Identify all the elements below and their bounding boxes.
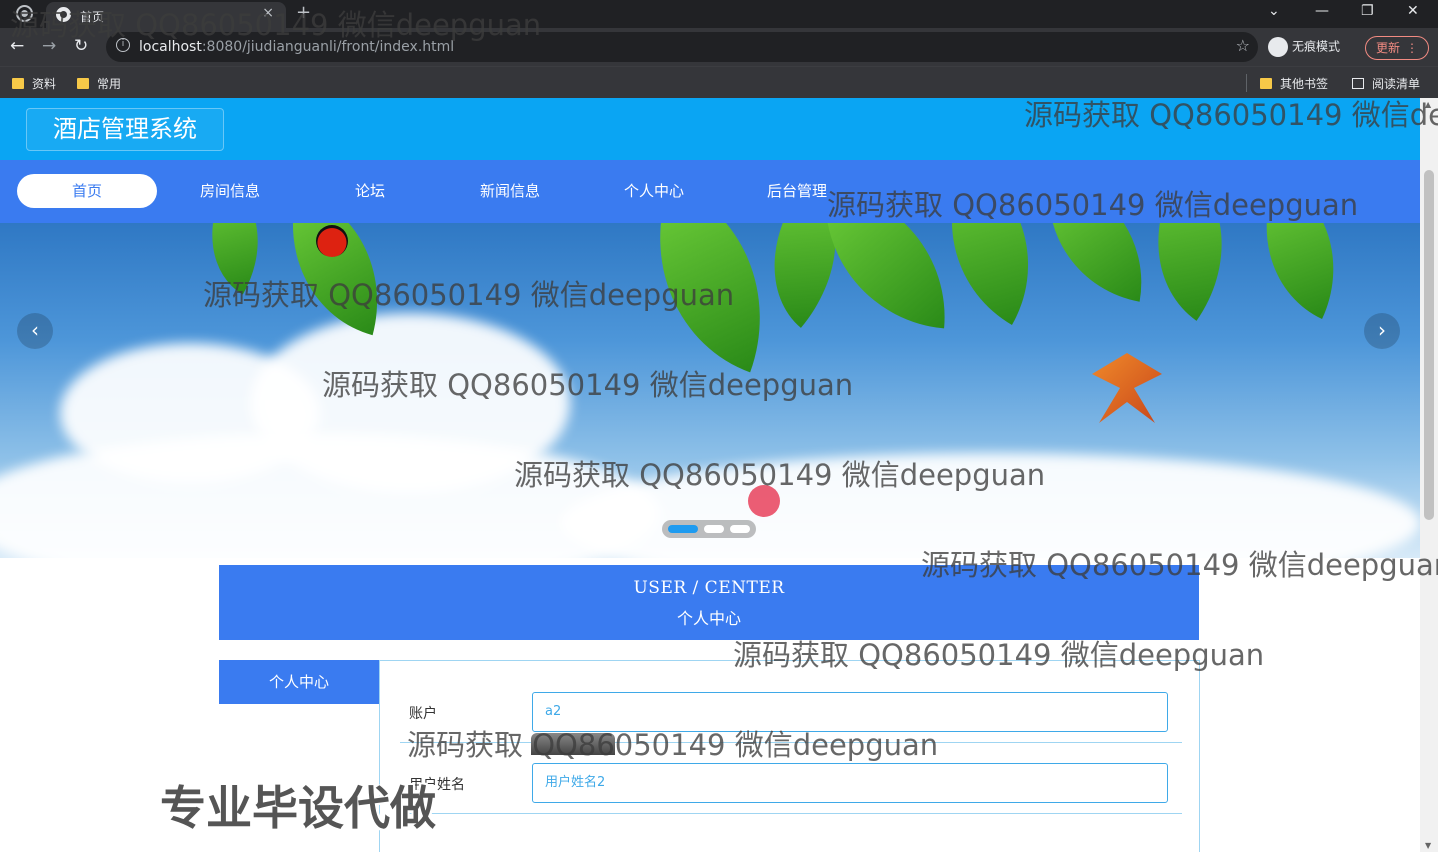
carousel-dot-active[interactable] [668, 525, 698, 533]
nav-item-admin[interactable]: 后台管理 [727, 174, 867, 208]
incognito-label: 无痕模式 [1292, 39, 1341, 54]
update-button[interactable]: 更新 ⋮ [1365, 36, 1429, 60]
nav-item-home[interactable]: 首页 [17, 174, 157, 208]
tab-home[interactable]: 首页 × [46, 2, 286, 28]
mouse-cursor-highlight [748, 485, 780, 517]
incognito-indicator[interactable]: 无痕模式 [1268, 37, 1340, 57]
scrollbar-thumb[interactable] [1424, 170, 1434, 520]
bookmarks-bar: 资料 常用 其他书签 阅读清单 [0, 66, 1438, 98]
tab-title: 首页 [80, 10, 105, 24]
url-host: localhost [139, 39, 202, 55]
incognito-icon [1268, 37, 1288, 57]
globe-icon [56, 7, 71, 22]
restore-button[interactable]: ❐ [1361, 3, 1374, 19]
bookmark-label: 常用 [97, 77, 122, 91]
leaf-decor [618, 223, 802, 373]
close-window-button[interactable]: ✕ [1407, 3, 1419, 19]
folder-icon [77, 78, 89, 89]
url-path: :8080/jiudianguanli/front/index.html [201, 39, 455, 55]
carousel-prev-icon[interactable]: ‹ [17, 313, 53, 349]
tab-close-icon[interactable]: × [262, 5, 274, 21]
other-bookmarks[interactable]: 其他书签 [1260, 75, 1328, 92]
form-divider [400, 742, 1182, 743]
carousel-dot[interactable] [704, 525, 724, 533]
profile-form-panel [379, 660, 1200, 852]
bookmark-separator [1246, 74, 1247, 92]
carousel-indicators [662, 520, 756, 538]
bookmark-folder-changyong[interactable]: 常用 [77, 75, 121, 92]
leaf-decor [814, 223, 956, 329]
reading-list-icon [1352, 78, 1364, 89]
address-bar[interactable]: i localhost:8080/jiudianguanli/front/ind… [106, 32, 1258, 62]
site-info-icon[interactable]: i [116, 38, 130, 52]
page-viewport: 酒店管理系统 首页 房间信息 论坛 新闻信息 个人中心 后台管理 ‹ › USE… [0, 98, 1438, 852]
update-label: 更新 [1376, 41, 1401, 55]
nav-item-news[interactable]: 新闻信息 [440, 174, 580, 208]
carousel: ‹ › [0, 223, 1420, 558]
main-nav: 首页 房间信息 论坛 新闻信息 个人中心 后台管理 [0, 160, 1420, 223]
ladybug-decor [316, 225, 348, 257]
leaf-decor [182, 223, 288, 295]
carousel-next-icon[interactable]: › [1364, 313, 1400, 349]
bookmark-folder-ziliao[interactable]: 资料 [12, 75, 56, 92]
user-center-banner: USER / CENTER 个人中心 [219, 565, 1199, 640]
site-header: 酒店管理系统 [0, 98, 1420, 160]
butterfly-decor [1092, 353, 1162, 423]
other-bookmarks-label: 其他书签 [1280, 77, 1329, 91]
form-divider [400, 813, 1182, 814]
leaf-decor [1231, 223, 1369, 319]
carousel-dot[interactable] [730, 525, 750, 533]
forward-button[interactable]: → [42, 36, 56, 56]
bookmark-label: 资料 [32, 77, 57, 91]
cloud-decor [0, 433, 660, 558]
new-tab-button[interactable]: + [296, 2, 311, 23]
page-scrollbar[interactable]: ▲ ▼ [1420, 98, 1438, 852]
nav-item-forum[interactable]: 论坛 [300, 174, 440, 208]
avatar[interactable] [531, 733, 615, 755]
reload-button[interactable]: ↻ [74, 36, 88, 56]
chrome-icon[interactable] [16, 5, 33, 22]
scroll-down-icon[interactable]: ▼ [1425, 841, 1431, 850]
folder-icon [1260, 78, 1272, 89]
tab-search-dropdown-icon[interactable]: ⌄ [1268, 3, 1280, 19]
username-field[interactable]: 用户姓名2 [532, 763, 1168, 803]
user-center-title-en: USER / CENTER [633, 578, 785, 598]
cloud-decor [560, 453, 1420, 558]
nav-item-user-center[interactable]: 个人中心 [584, 174, 724, 208]
side-menu-user-center[interactable]: 个人中心 [219, 660, 379, 704]
reading-list[interactable]: 阅读清单 [1352, 75, 1420, 92]
browser-tab-bar: 首页 × + ⌄ — ❐ ✕ [0, 0, 1438, 28]
watermark-big-text: 专业毕设代做 [160, 781, 436, 835]
menu-icon: ⋮ [1406, 41, 1418, 55]
url-text[interactable]: localhost:8080/jiudianguanli/front/index… [139, 39, 454, 55]
folder-icon [12, 78, 24, 89]
user-center-title-zh: 个人中心 [676, 609, 741, 628]
account-field[interactable]: a2 [532, 692, 1168, 732]
reading-list-label: 阅读清单 [1372, 77, 1421, 91]
browser-toolbar: ← → ↻ i localhost:8080/jiudianguanli/fro… [0, 28, 1438, 66]
back-button[interactable]: ← [10, 36, 24, 56]
minimize-button[interactable]: — [1315, 3, 1329, 19]
leaf-decor [1031, 223, 1159, 302]
nav-item-rooms[interactable]: 房间信息 [160, 174, 300, 208]
site-title[interactable]: 酒店管理系统 [26, 108, 224, 151]
account-label: 账户 [409, 706, 437, 722]
bookmark-star-icon[interactable]: ☆ [1236, 36, 1250, 55]
scroll-up-icon[interactable]: ▲ [1425, 100, 1431, 109]
